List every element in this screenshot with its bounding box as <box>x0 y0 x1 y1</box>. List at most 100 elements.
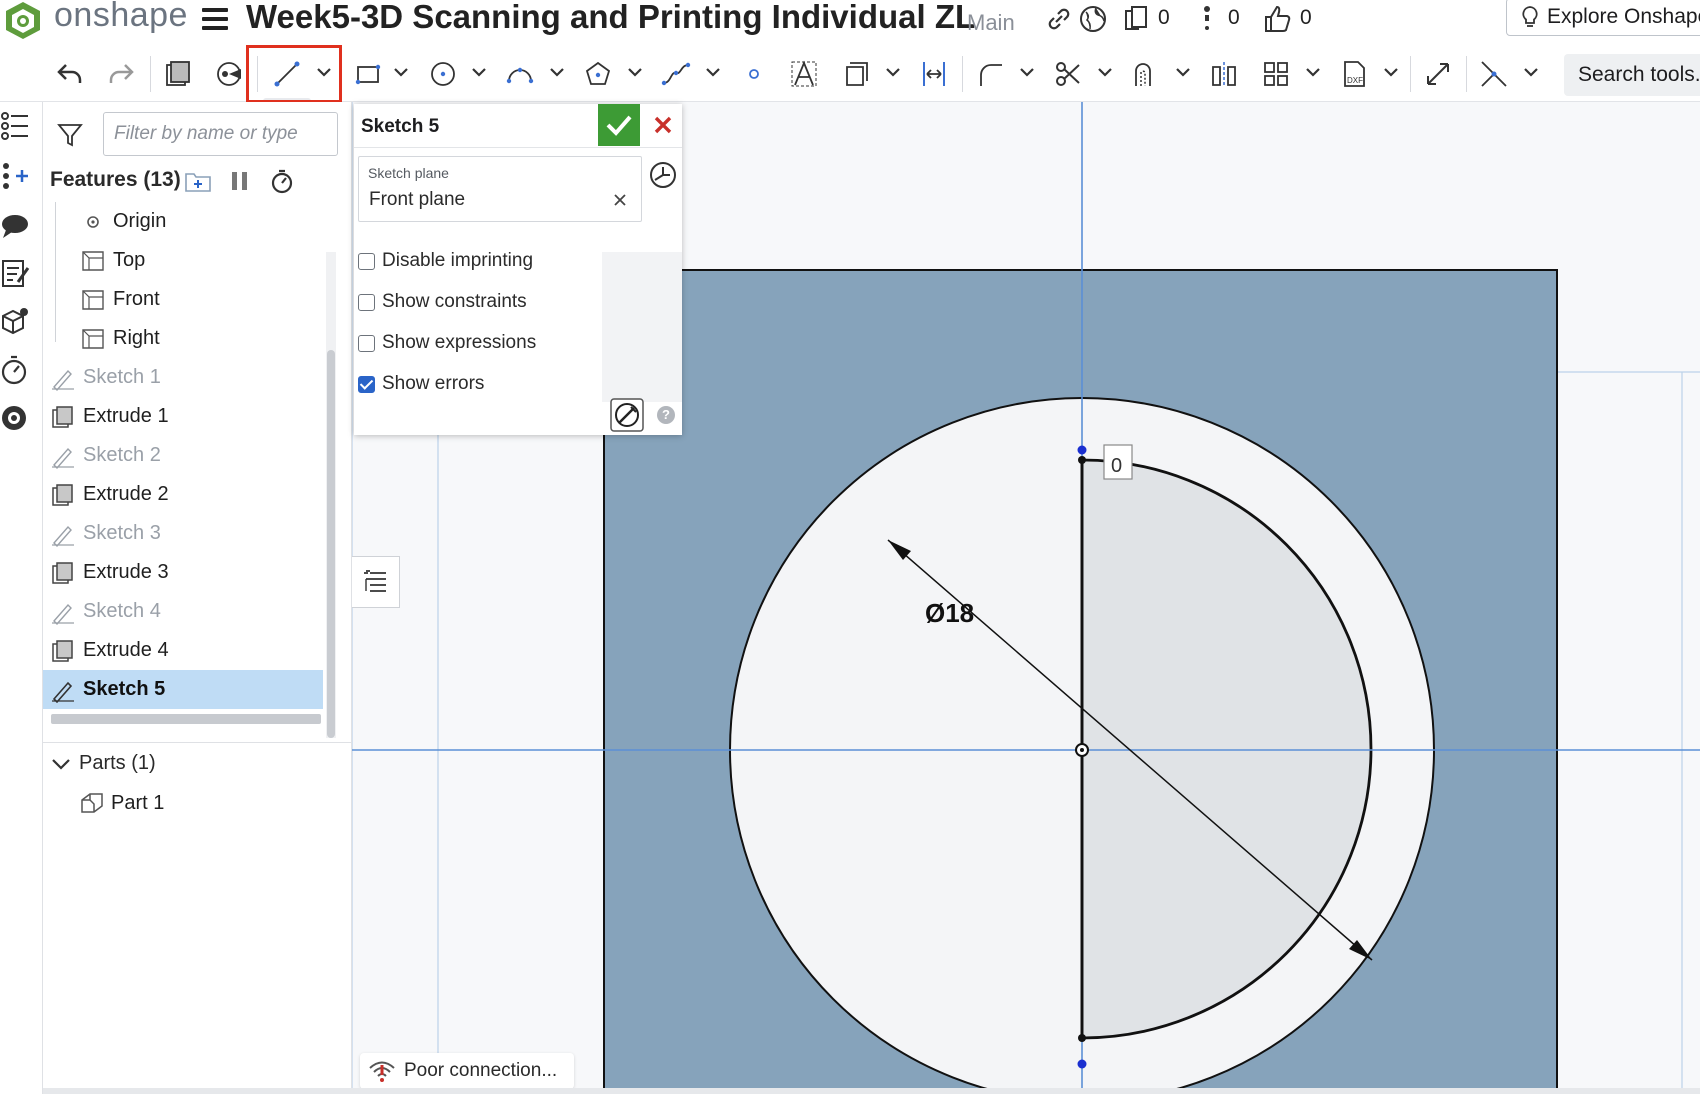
new-folder-icon[interactable] <box>184 168 212 194</box>
intersect-tool-button[interactable] <box>1476 56 1512 92</box>
notes-icon[interactable] <box>0 258 30 290</box>
app-store-icon[interactable] <box>0 402 30 434</box>
offset-tool-button[interactable] <box>1128 56 1164 92</box>
top-endpoint[interactable] <box>1077 445 1087 455</box>
text-tool-button[interactable] <box>786 56 822 92</box>
parts-studio-icon[interactable] <box>0 306 30 338</box>
sketch-mode-icon[interactable] <box>610 398 644 432</box>
fillet-tool-button[interactable] <box>972 56 1008 92</box>
redo-button[interactable] <box>103 56 139 92</box>
feature-item-sketch-1[interactable]: Sketch 1 <box>43 358 323 397</box>
transform-tool-button[interactable] <box>1420 56 1456 92</box>
feature-item-extrude-4[interactable]: Extrude 4 <box>43 631 323 670</box>
sketch-plane-field[interactable]: Sketch plane Front plane <box>358 156 642 222</box>
clear-plane-icon[interactable] <box>611 191 629 209</box>
fillet-dropdown-chevron-icon[interactable] <box>1019 64 1035 80</box>
comments-icon[interactable] <box>0 210 30 242</box>
feature-item-top[interactable]: Top <box>43 241 323 280</box>
rectangle-icon <box>355 64 381 85</box>
feature-list-icon[interactable] <box>0 110 30 142</box>
spline-tool-button[interactable] <box>658 56 694 92</box>
dxf-import-button[interactable]: DXF <box>1336 56 1372 92</box>
feature-item-label: Sketch 3 <box>83 522 161 544</box>
polygon-dropdown-chevron-icon[interactable] <box>627 64 643 80</box>
feature-item-sketch-2[interactable]: Sketch 2 <box>43 436 323 475</box>
feature-item-right[interactable]: Right <box>43 319 323 358</box>
top-header: onshape Week5-3D Scanning and Printing I… <box>0 0 1700 46</box>
rectangle-tool-button[interactable] <box>350 56 386 92</box>
feature-item-extrude-2[interactable]: Extrude 2 <box>43 475 323 514</box>
feature-item-extrude-3[interactable]: Extrude 3 <box>43 553 323 592</box>
rollback-timer-icon[interactable] <box>269 168 295 194</box>
sketch-tools-button[interactable] <box>212 56 248 92</box>
diameter-label[interactable]: Ø18 <box>925 598 974 628</box>
history-clock-icon[interactable] <box>648 160 678 190</box>
extrude-tool-button[interactable] <box>160 56 196 92</box>
construction-dropdown-chevron-icon[interactable] <box>885 64 901 80</box>
document-title[interactable]: Week5-3D Scanning and Printing Individua… <box>246 0 975 36</box>
arc-tool-button[interactable] <box>502 56 538 92</box>
onshape-logo-icon[interactable] <box>2 0 44 40</box>
feature-item-front[interactable]: Front <box>43 280 323 319</box>
sketch-list-toggle[interactable] <box>352 556 400 608</box>
undo-button[interactable] <box>52 56 88 92</box>
dimension-tool-button[interactable] <box>916 56 952 92</box>
trim-tool-button[interactable] <box>1050 56 1086 92</box>
feature-item-sketch-3[interactable]: Sketch 3 <box>43 514 323 553</box>
bottom-endpoint[interactable] <box>1077 1059 1087 1069</box>
checkbox-box[interactable] <box>358 293 375 311</box>
explore-onshape-button[interactable]: Explore Onshape <box>1506 0 1700 36</box>
offset-dropdown-chevron-icon[interactable] <box>1175 64 1191 80</box>
parts-header[interactable]: Parts (1) <box>49 752 156 775</box>
feature-item-sketch-4[interactable]: Sketch 4 <box>43 592 323 631</box>
feature-item-extrude-1[interactable]: Extrude 1 <box>43 397 323 436</box>
accept-button[interactable] <box>598 104 640 146</box>
help-icon[interactable]: ? <box>657 406 675 424</box>
feature-panel-horizontal-scrollbar[interactable] <box>51 714 321 724</box>
arc-dropdown-chevron-icon[interactable] <box>549 64 565 80</box>
pause-icon[interactable] <box>229 168 251 194</box>
circle-dropdown-chevron-icon[interactable] <box>471 64 487 80</box>
construction-tool-button[interactable] <box>838 56 874 92</box>
checkbox-box[interactable] <box>358 252 375 270</box>
feature-item-sketch-5[interactable]: Sketch 5 <box>43 670 323 709</box>
part-list-item[interactable]: Part 1 <box>79 790 164 816</box>
checkbox-box[interactable] <box>358 375 375 393</box>
show-constraints-checkbox[interactable]: Show constraints <box>358 291 527 313</box>
filter-icon[interactable] <box>57 122 83 148</box>
option-label: Disable imprinting <box>382 250 534 271</box>
disable-imprinting-checkbox[interactable]: Disable imprinting <box>358 250 533 272</box>
bottom-scrollbar[interactable] <box>43 1088 1700 1094</box>
show-expressions-checkbox[interactable]: Show expressions <box>358 332 536 354</box>
info-dots-icon[interactable] <box>1192 4 1222 34</box>
cancel-button[interactable] <box>644 104 682 146</box>
hamburger-menu-icon[interactable] <box>202 8 228 30</box>
show-errors-checkbox[interactable]: Show errors <box>358 373 484 395</box>
branch-label[interactable]: Main <box>967 10 1015 36</box>
trim-dropdown-chevron-icon[interactable] <box>1097 64 1113 80</box>
pattern-tool-button[interactable] <box>1258 56 1294 92</box>
filter-input[interactable] <box>103 112 338 156</box>
search-tools-button[interactable]: Search tools... <box>1564 54 1700 96</box>
circle-tool-button[interactable] <box>425 56 461 92</box>
pattern-dropdown-chevron-icon[interactable] <box>1305 64 1321 80</box>
mirror-tool-button[interactable] <box>1206 56 1242 92</box>
add-variable-icon[interactable] <box>0 160 30 192</box>
link-icon[interactable] <box>1044 4 1074 34</box>
timer-icon[interactable] <box>0 354 30 386</box>
extrude-icon <box>49 481 77 509</box>
versions-icon[interactable] <box>1122 4 1152 34</box>
point-tool-button[interactable] <box>736 56 772 92</box>
thumbs-up-icon[interactable] <box>1262 4 1292 34</box>
dxf-dropdown-chevron-icon[interactable] <box>1383 64 1399 80</box>
spline-dropdown-chevron-icon[interactable] <box>705 64 721 80</box>
rectangle-dropdown-chevron-icon[interactable] <box>393 64 409 80</box>
chevron-down-icon[interactable] <box>49 754 73 774</box>
feature-panel-vertical-scrollbar[interactable] <box>326 252 336 738</box>
checkbox-box[interactable] <box>358 334 375 352</box>
intersect-dropdown-chevron-icon[interactable] <box>1523 64 1539 80</box>
feature-item-origin[interactable]: Origin <box>43 202 323 241</box>
polygon-tool-button[interactable] <box>580 56 616 92</box>
constraint-badge[interactable]: 0 <box>1111 455 1122 477</box>
globe-icon[interactable] <box>1078 4 1108 34</box>
